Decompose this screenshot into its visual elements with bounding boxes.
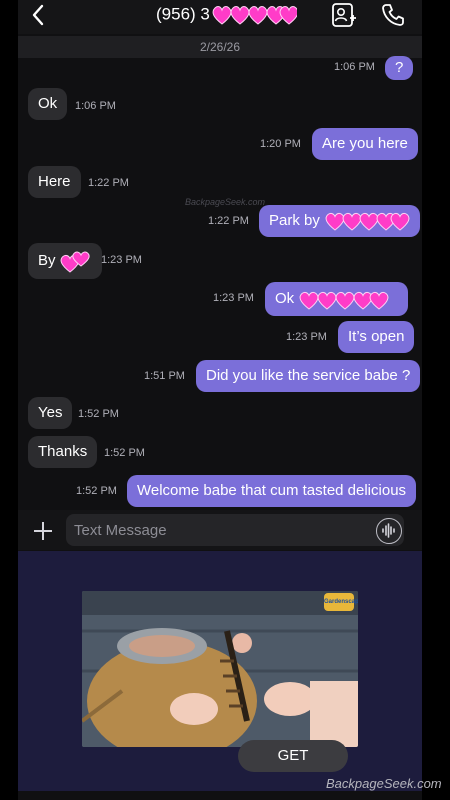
message-text: Park by bbox=[269, 212, 320, 229]
hearts-emoji-icon bbox=[325, 212, 410, 231]
message-time: 1:51 PM bbox=[144, 370, 185, 382]
phone-icon[interactable] bbox=[380, 2, 406, 28]
ad-banner[interactable]: Gardenscapes GET bbox=[18, 551, 422, 791]
message-time: 1:22 PM bbox=[208, 215, 249, 227]
message-text: Ok bbox=[275, 289, 295, 307]
message-time: 1:52 PM bbox=[78, 408, 119, 420]
incoming-message[interactable]: Thanks bbox=[28, 436, 98, 468]
ad-video-thumbnail[interactable]: Gardenscapes bbox=[82, 591, 358, 747]
outgoing-message[interactable]: Park by bbox=[259, 205, 421, 238]
conversation-header: (956) 3 bbox=[18, 0, 422, 34]
hearts-emoji-icon bbox=[60, 251, 90, 273]
ad-scene-image bbox=[82, 591, 358, 747]
outgoing-message[interactable]: Welcome babe that cum tasted delicious bbox=[127, 475, 417, 507]
message-composer bbox=[18, 510, 422, 550]
message-input[interactable] bbox=[66, 514, 404, 546]
message-time: 1:23 PM bbox=[101, 254, 142, 266]
message-text: By bbox=[38, 251, 56, 269]
contact-title[interactable]: (956) 3 bbox=[156, 4, 297, 26]
incoming-message[interactable]: Here bbox=[28, 166, 81, 198]
message-time: 1:22 PM bbox=[88, 177, 129, 189]
message-time: 1:06 PM bbox=[75, 100, 116, 112]
outgoing-message[interactable]: Did you like the service babe ? bbox=[196, 360, 421, 392]
outgoing-message[interactable]: ? bbox=[385, 56, 414, 80]
outgoing-message[interactable]: Ok bbox=[265, 282, 409, 316]
incoming-message[interactable]: Yes bbox=[28, 397, 73, 429]
contact-number: (956) 3 bbox=[156, 4, 210, 24]
message-time: 1:06 PM bbox=[334, 61, 375, 73]
footer-watermark: BackpageSeek.com bbox=[326, 776, 442, 791]
date-separator: 2/26/26 bbox=[18, 36, 422, 58]
add-contact-icon[interactable] bbox=[330, 2, 356, 28]
incoming-message[interactable]: By bbox=[28, 243, 102, 279]
message-time: 1:52 PM bbox=[76, 485, 117, 497]
get-button[interactable]: GET bbox=[238, 740, 348, 772]
hearts-emoji-icon bbox=[299, 291, 389, 310]
outgoing-message[interactable]: Are you here bbox=[312, 128, 418, 160]
message-time: 1:23 PM bbox=[286, 331, 327, 343]
message-time: 1:23 PM bbox=[213, 292, 254, 304]
outgoing-message[interactable]: It’s open bbox=[338, 321, 415, 353]
incoming-message[interactable]: Ok bbox=[28, 88, 68, 120]
chevron-left-icon[interactable] bbox=[26, 2, 52, 28]
hearts-emoji-icon bbox=[212, 6, 297, 25]
plus-icon[interactable] bbox=[32, 520, 54, 542]
waveform-icon bbox=[382, 523, 395, 538]
watermark-text: BackpageSeek.com bbox=[185, 197, 266, 207]
message-time: 1:20 PM bbox=[260, 138, 301, 150]
voice-input-icon[interactable] bbox=[376, 518, 402, 544]
message-time: 1:52 PM bbox=[104, 447, 145, 459]
ad-app-logo: Gardenscapes bbox=[324, 593, 358, 611]
